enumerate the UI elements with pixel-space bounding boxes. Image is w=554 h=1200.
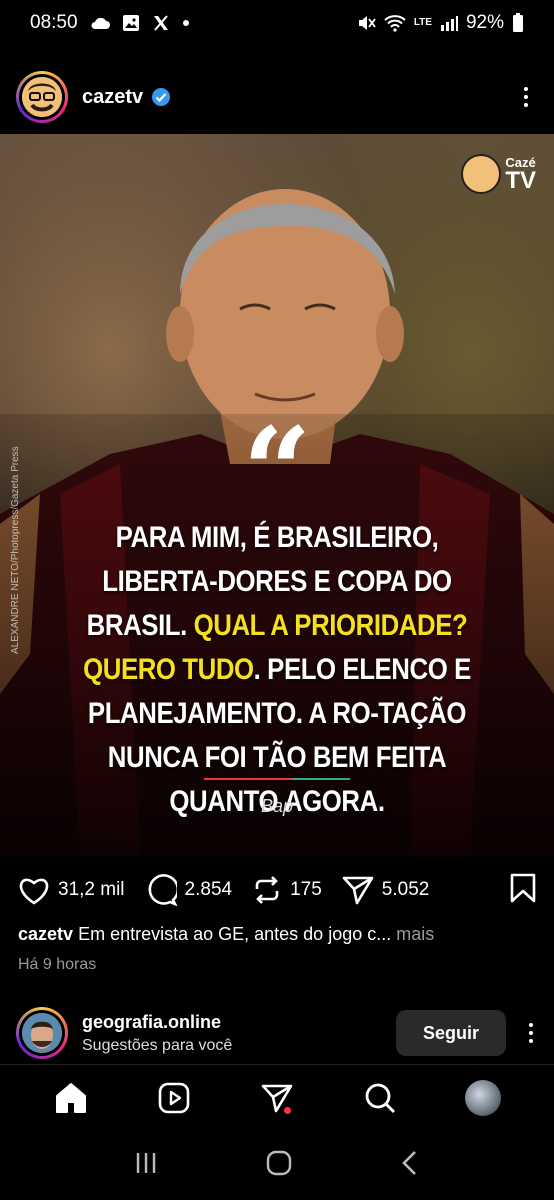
search-icon: [365, 1083, 395, 1113]
repost-button[interactable]: 175: [252, 875, 322, 905]
post-header: cazetv: [0, 66, 554, 128]
logo-text-large: TV: [505, 166, 536, 194]
bottom-nav: [0, 1064, 554, 1130]
suggestion-options-icon[interactable]: [524, 1017, 538, 1049]
post-actions: 31,2 mil 2.854 175 5.052: [0, 866, 554, 914]
like-count: 31,2 mil: [58, 879, 125, 900]
nav-home[interactable]: [47, 1074, 95, 1122]
comment-count: 2.854: [184, 879, 233, 900]
cazetv-avatar-image: [22, 77, 62, 117]
x-logo-icon: [152, 14, 170, 32]
quote-divider: [204, 778, 350, 780]
cazetv-logo-icon: [461, 154, 502, 194]
save-button[interactable]: [510, 873, 536, 908]
share-count: 5.052: [381, 879, 430, 900]
follow-button[interactable]: Seguir: [396, 1010, 506, 1056]
comment-button[interactable]: 2.854: [145, 874, 233, 906]
battery-icon: [512, 13, 524, 33]
mute-icon: [356, 14, 376, 32]
avatar[interactable]: [16, 71, 68, 123]
caption-text: Em entrevista ao GE, antes do jogo c...: [78, 924, 392, 944]
cloud-icon: [90, 16, 110, 30]
repost-icon: [255, 876, 279, 904]
send-icon: [342, 876, 374, 905]
status-bar: 08:50 LTE 92%: [0, 0, 554, 46]
status-time: 08:50: [30, 12, 78, 33]
bookmark-icon: [510, 873, 536, 902]
like-button[interactable]: 31,2 mil: [18, 875, 125, 905]
cazetv-logo: Cazé TV: [461, 154, 536, 194]
nav-reels[interactable]: [150, 1074, 198, 1122]
suggested-username[interactable]: geografia.online: [82, 1012, 232, 1033]
comment-icon: [148, 874, 177, 906]
image-icon: [122, 14, 140, 32]
heart-icon: [19, 878, 49, 905]
post-image[interactable]: ALEXANDRE NETO/Photopress/Gazeta Press C…: [0, 134, 554, 856]
dot-icon: [182, 19, 190, 27]
share-button[interactable]: 5.052: [342, 875, 430, 905]
quote-mark: “: [242, 401, 312, 542]
profile-avatar-icon: [464, 1079, 501, 1116]
back-chevron-icon: [402, 1150, 416, 1175]
network-label: LTE: [413, 17, 432, 28]
recent-apps-button[interactable]: [134, 1151, 158, 1180]
repost-count: 175: [290, 879, 322, 900]
verified-badge-icon: [151, 87, 171, 107]
battery-percent: 92%: [465, 12, 504, 33]
reels-icon: [158, 1082, 190, 1113]
caption-more-link[interactable]: mais: [396, 924, 434, 944]
nav-search[interactable]: [356, 1074, 404, 1122]
signal-icon: [440, 15, 458, 31]
nav-messages[interactable]: [253, 1074, 301, 1122]
suggested-avatar[interactable]: [16, 1007, 68, 1059]
system-nav: [0, 1130, 554, 1200]
recent-apps-icon: [136, 1152, 156, 1173]
caption-username[interactable]: cazetv: [18, 924, 73, 944]
quote-author: Bap: [260, 796, 294, 816]
suggested-avatar-image: [22, 1013, 62, 1053]
back-button[interactable]: [400, 1150, 420, 1181]
post-timestamp: Há 9 horas: [18, 956, 97, 973]
home-circle-icon: [266, 1150, 292, 1175]
post-options-icon[interactable]: [514, 81, 538, 113]
post-username[interactable]: cazetv: [82, 86, 143, 109]
home-system-button[interactable]: [266, 1150, 292, 1181]
post-caption[interactable]: cazetv Em entrevista ao GE, antes do jog…: [18, 924, 538, 945]
wifi-icon: [384, 14, 406, 32]
suggested-subtitle: Sugestões para você: [82, 1036, 233, 1054]
home-icon: [56, 1082, 87, 1113]
notification-dot: [283, 1106, 291, 1114]
suggested-account: geografia.online Sugestões para você Seg…: [0, 1004, 554, 1062]
nav-profile[interactable]: [459, 1074, 507, 1122]
